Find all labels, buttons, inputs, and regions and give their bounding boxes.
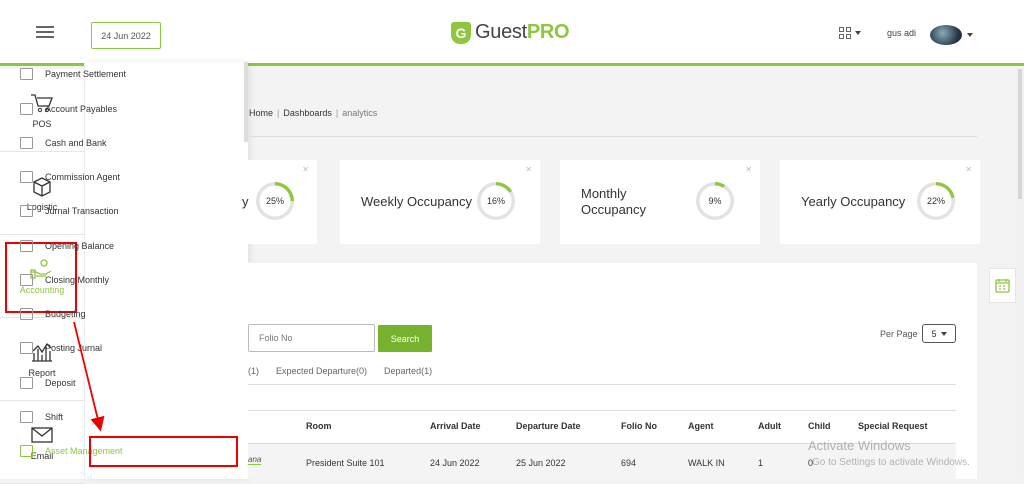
yearly-occupancy-card: Yearly Occupancy 22% ✕ [780,160,980,244]
guest-name-link[interactable]: ana [248,455,262,465]
submenu-item-shift[interactable]: Shift [20,409,63,425]
accounting-submenu [84,62,248,479]
bank-building-icon [20,445,33,457]
clipboard-icon [20,205,33,217]
upload-icon [20,240,33,252]
tab-expected-departure[interactable]: Expected Departure(0) [276,366,367,376]
daily-occupancy-card: y 25% ✕ [242,160,317,244]
payment-icon [20,68,33,80]
calendar-button[interactable] [989,268,1016,303]
upload-icon [20,342,33,354]
submenu-item-commission-agent[interactable]: Commission Agent [20,169,120,185]
shuffle-icon[interactable]: ✕ [525,165,532,174]
per-page-label: Per Page [880,329,918,339]
calendar-icon [20,274,33,286]
app-logo: G GuestPRO [451,21,570,44]
cell-room: President Suite 101 [306,458,385,468]
occupancy-ring: 16% [477,182,515,220]
grid-icon [839,27,851,39]
breadcrumb-dashboards[interactable]: Dashboards [283,108,332,118]
windows-watermark-subtitle: Go to Settings to activate Windows. [812,457,970,468]
shuffle-icon[interactable]: ✕ [745,165,752,174]
menu-toggle-icon[interactable] [36,26,54,40]
nav-item-logistic[interactable]: Logistic [0,152,84,235]
submenu-item-account-payables[interactable]: Account Payables [20,101,117,117]
breadcrumb: Home | Dashboards | analytics [249,108,378,118]
spreadsheet-icon [20,308,33,320]
cell-departure-date: 25 Jun 2022 [516,458,566,468]
page-scrollbar[interactable] [1016,69,1024,479]
shift-icon [20,411,33,423]
windows-watermark-title: Activate Windows [808,438,911,453]
chevron-down-icon[interactable] [967,33,973,37]
column-header-room: Room [306,421,332,431]
breadcrumb-current: analytics [342,108,378,118]
list-icon [20,103,33,115]
column-header-agent: Agent [688,421,714,431]
divider [248,410,956,411]
submenu-item-jurnal-transaction[interactable]: Jurnal Transaction [20,203,119,219]
breadcrumb-home[interactable]: Home [249,108,273,118]
apps-menu-button[interactable] [839,27,861,39]
search-button[interactable]: Search [378,325,432,352]
column-header-special-request: Special Request [858,421,928,431]
submenu-item-cash-and-bank[interactable]: Cash and Bank [20,135,107,151]
column-header-child: Child [808,421,831,431]
submenu-item-posting-jurnal[interactable]: Posting Jurnal [20,340,102,356]
divider [248,384,956,385]
submenu-scrollbar[interactable] [244,62,248,142]
submenu-item-payment-settlement[interactable]: Payment Settlement [20,66,126,82]
shuffle-icon[interactable]: ✕ [302,165,309,174]
tab-in-house[interactable]: (1) [248,366,259,376]
cell-folio-no: 694 [621,458,637,468]
occupancy-ring: 25% [256,182,294,220]
annotation-highlight-asset-management [89,436,238,467]
status-tabs: (1) Expected Departure(0) Departed(1) [248,366,449,376]
calendar-icon [995,279,1010,293]
guestpro-logo-icon: G [451,21,471,44]
column-header-departure-date: Departure Date [516,421,581,431]
handshake-icon [20,171,33,183]
monthly-occupancy-card: Monthly Occupancy 9% ✕ [560,160,760,244]
date-display[interactable]: 24 Jun 2022 [91,22,161,49]
submenu-item-budgeting[interactable]: Budgeting [20,306,86,322]
cell-arrival-date: 24 Jun 2022 [430,458,480,468]
shuffle-icon[interactable]: ✕ [965,165,972,174]
username[interactable]: gus adi [887,28,916,38]
submenu-item-closing-monthly[interactable]: Closing Monthly [20,272,109,288]
cell-agent: WALK IN [688,458,725,468]
top-bar: 24 Jun 2022 G GuestPRO gus adi [0,0,1024,66]
weekly-occupancy-card: Weekly Occupancy 16% ✕ [340,160,540,244]
download-icon [20,377,33,389]
divider [249,136,977,137]
folio-no-input[interactable] [248,324,375,352]
column-header-adult: Adult [758,421,781,431]
column-header-folio-no: Folio No [621,421,657,431]
chevron-down-icon [855,31,861,35]
submenu-item-opening-balance[interactable]: Opening Balance [20,238,114,254]
occupancy-ring: 9% [696,182,734,220]
cell-adult: 1 [758,458,764,468]
tab-departed[interactable]: Departed(1) [384,366,432,376]
submenu-item-deposit[interactable]: Deposit [20,375,76,391]
per-page-select[interactable]: 5 [922,324,956,343]
occupancy-ring: 22% [917,182,955,220]
column-header-arrival-date: Arrival Date [430,421,481,431]
document-icon [20,137,33,149]
avatar[interactable] [930,25,962,45]
chevron-down-icon [940,331,947,336]
